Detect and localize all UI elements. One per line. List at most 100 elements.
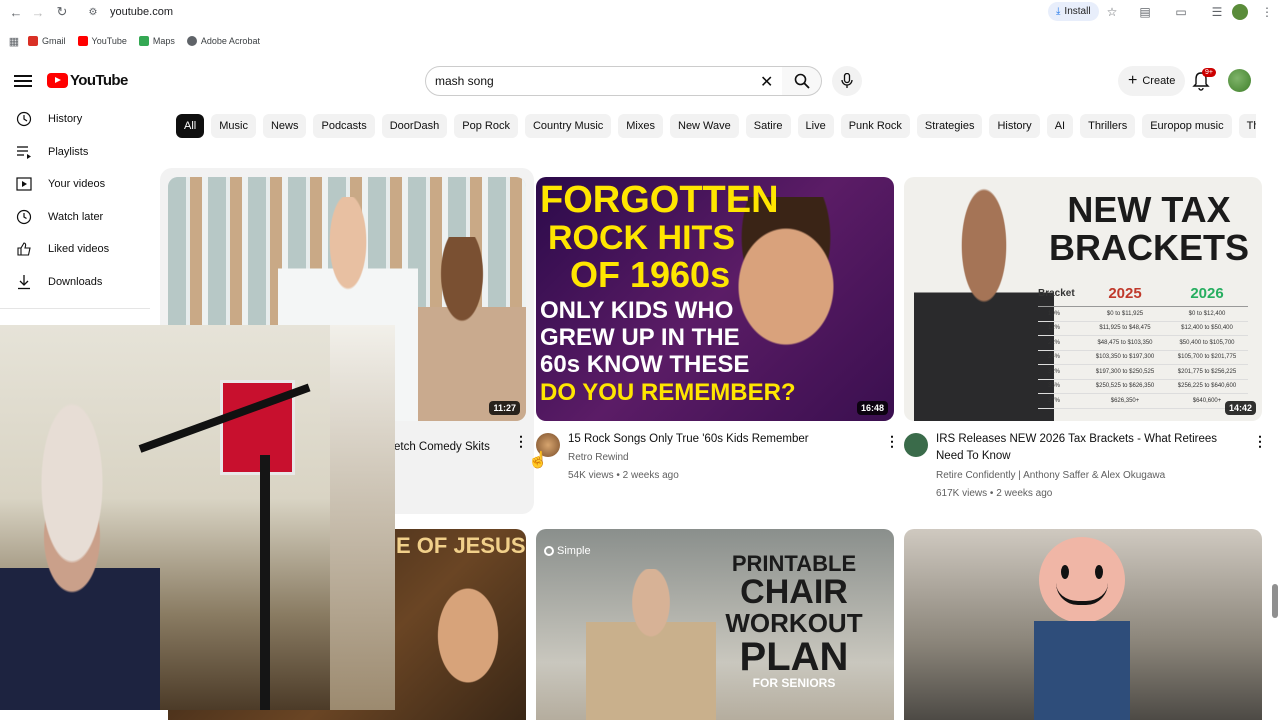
site-info-icon[interactable]: ⚙ [86, 5, 100, 19]
search-button[interactable] [782, 66, 822, 96]
account-avatar[interactable] [1228, 69, 1251, 92]
extensions-icon[interactable]: ▤ [1136, 3, 1154, 21]
video-card-6[interactable] [904, 529, 1262, 720]
tax-table-cell: $105,700 to $201,775 [1177, 354, 1237, 361]
video-title[interactable]: IRS Releases NEW 2026 Tax Brackets - Wha… [936, 431, 1246, 465]
chip-new-wave[interactable]: New Wave [670, 114, 739, 138]
bookmark-maps[interactable]: Maps [138, 36, 175, 46]
install-icon: ⤓ [1056, 6, 1061, 17]
sidebar-item-downloads[interactable]: Downloads [0, 266, 160, 299]
chip-pop-rock[interactable]: Pop Rock [454, 114, 518, 138]
video-thumbnail-5[interactable]: Simple PRINTABLE CHAIR WORKOUT PLAN FOR … [536, 529, 894, 720]
apps-grid-icon[interactable]: ▦ [0, 35, 28, 48]
channel-name[interactable]: Retro Rewind [568, 449, 629, 467]
search-input[interactable]: mash song [425, 66, 783, 96]
chip-news[interactable]: News [262, 114, 307, 138]
globe-icon [186, 36, 197, 46]
back-icon[interactable]: ← [4, 1, 28, 23]
tax-table-cell: 32% [1048, 368, 1061, 375]
channel-name[interactable]: Retire Confidently | Anthony Saffer & Al… [936, 467, 1165, 485]
chip-history[interactable]: History [989, 114, 1040, 138]
clear-search-icon[interactable]: ✕ [760, 72, 773, 92]
url-text: youtube.com [110, 6, 173, 18]
sidebar-item-liked-videos[interactable]: Liked videos [0, 233, 160, 266]
chip-doordash[interactable]: DoorDash [381, 114, 448, 138]
tax-table-cell: $11,925 to $48,475 [1099, 325, 1151, 332]
customer-figure [418, 237, 526, 421]
star-icon[interactable]: ☆ [1103, 3, 1121, 21]
chip-europop-music[interactable]: Europop music [1142, 114, 1232, 138]
chip-strategies[interactable]: Strategies [916, 114, 983, 138]
page-scrollbar[interactable] [1272, 584, 1278, 618]
tax-table-cell: $50,400 to $105,700 [1179, 339, 1235, 346]
video-card-2[interactable]: FORGOTTEN ROCK HITS OF 1960s ONLY KIDS W… [536, 177, 899, 497]
chip-satire[interactable]: Satire [745, 114, 791, 138]
filter-chips-bar: All Music News Podcasts DoorDash Pop Rock Coun… [176, 114, 1256, 138]
forward-icon[interactable]: → [26, 1, 50, 23]
thumb-text-line: GREW UP IN THE [540, 324, 740, 351]
tax-table-row: 24% $103,350 to $197,300 $105,700 to $201,… [1038, 351, 1248, 365]
chip-podcasts[interactable]: Podcasts [313, 114, 375, 138]
thumb-text-line: WORKOUT [725, 608, 863, 639]
sidebar-item-history[interactable]: History [0, 103, 160, 136]
chip-country-music[interactable]: Country Music [524, 114, 612, 138]
reload-icon[interactable]: ↻ [50, 1, 74, 23]
more-actions-icon[interactable]: ⋮ [1253, 433, 1267, 450]
tax-table-cell: 37% [1048, 397, 1061, 404]
bookmarks-bar: ▦ Gmail YouTube Maps Adobe Acrobat [0, 30, 1280, 52]
chip-punk-rock[interactable]: Punk Rock [840, 114, 910, 138]
video-thumbnail-2[interactable]: FORGOTTEN ROCK HITS OF 1960s ONLY KIDS W… [536, 177, 894, 421]
youtube-logo[interactable]: YouTube [47, 72, 128, 89]
chip-all[interactable]: All [176, 114, 205, 138]
chip-ai[interactable]: AI [1046, 114, 1074, 138]
channel-avatar[interactable] [904, 433, 928, 457]
address-bar[interactable]: ⚙ youtube.com [80, 2, 1040, 22]
sidebar-item-your-videos[interactable]: Your videos [0, 168, 160, 201]
thumb-text-line: FORGOTTEN [540, 179, 779, 221]
yt-masthead: YouTube mash song ✕ + Create 9+ [0, 60, 1280, 102]
sidebar-item-watch-later[interactable]: Watch later [0, 201, 160, 234]
create-button[interactable]: + Create [1118, 66, 1186, 96]
tax-table-row: 12% $11,925 to $48,475 $12,400 to $50,400 [1038, 322, 1248, 336]
more-actions-icon[interactable]: ⋮ [514, 433, 528, 450]
install-label: Install [1064, 6, 1091, 17]
tax-table-row: 35% $250,525 to $626,350 $256,225 to $640,… [1038, 380, 1248, 394]
your-videos-icon [0, 177, 48, 191]
chip-music[interactable]: Music [211, 114, 256, 138]
video-title[interactable]: etch Comedy Skits [394, 439, 504, 456]
smiley-face-graphic [1039, 537, 1125, 623]
chip-theatre[interactable]: Theatre [1238, 114, 1256, 138]
chip-live[interactable]: Live [797, 114, 834, 138]
chip-mixes[interactable]: Mixes [618, 114, 663, 138]
more-actions-icon[interactable]: ⋮ [885, 433, 899, 450]
notification-badge: 9+ [1202, 68, 1216, 77]
profile-avatar-icon[interactable] [1232, 4, 1248, 20]
cast-icon[interactable]: ▭ [1172, 3, 1190, 21]
chip-thrillers[interactable]: Thrillers [1080, 114, 1136, 138]
video-card-5[interactable]: Simple PRINTABLE CHAIR WORKOUT PLAN FOR … [536, 529, 894, 720]
thumb-text-line: E OF JESUS [396, 533, 526, 558]
video-title[interactable]: 15 Rock Songs Only True '60s Kids Rememb… [568, 431, 878, 448]
bookmark-youtube[interactable]: YouTube [77, 36, 127, 46]
maps-icon [138, 36, 149, 46]
mic-stand-graphic [260, 455, 270, 710]
tax-table-row: 37% $626,350+ $640,600+ [1038, 394, 1248, 409]
downloads-icon [0, 274, 48, 290]
menu-kebab-icon[interactable]: ⋮ [1258, 3, 1276, 21]
tax-table-cell: 35% [1048, 383, 1061, 390]
plus-icon: + [1128, 72, 1138, 89]
video-card-3[interactable]: NEW TAX BRACKETS Bracket 2025 2026 10% $0… [904, 177, 1267, 507]
hamburger-menu-icon[interactable] [14, 72, 32, 88]
liked-videos-icon [0, 241, 48, 257]
tax-table-row: 10% $0 to $11,925 $0 to $12,400 [1038, 307, 1248, 322]
bookmark-gmail[interactable]: Gmail [28, 36, 66, 46]
thumb-text-line: BRACKETS [1048, 226, 1249, 268]
install-button[interactable]: ⤓ Install [1048, 2, 1099, 21]
video-thumbnail-6[interactable] [904, 529, 1262, 720]
video-duration: 16:48 [856, 401, 888, 415]
voice-search-button[interactable] [832, 66, 862, 96]
reading-list-icon[interactable]: ☰ [1208, 3, 1226, 21]
sidebar-item-playlists[interactable]: Playlists [0, 136, 160, 169]
video-thumbnail-3[interactable]: NEW TAX BRACKETS Bracket 2025 2026 10% $0… [904, 177, 1262, 421]
bookmark-adobe-acrobat[interactable]: Adobe Acrobat [186, 36, 260, 46]
